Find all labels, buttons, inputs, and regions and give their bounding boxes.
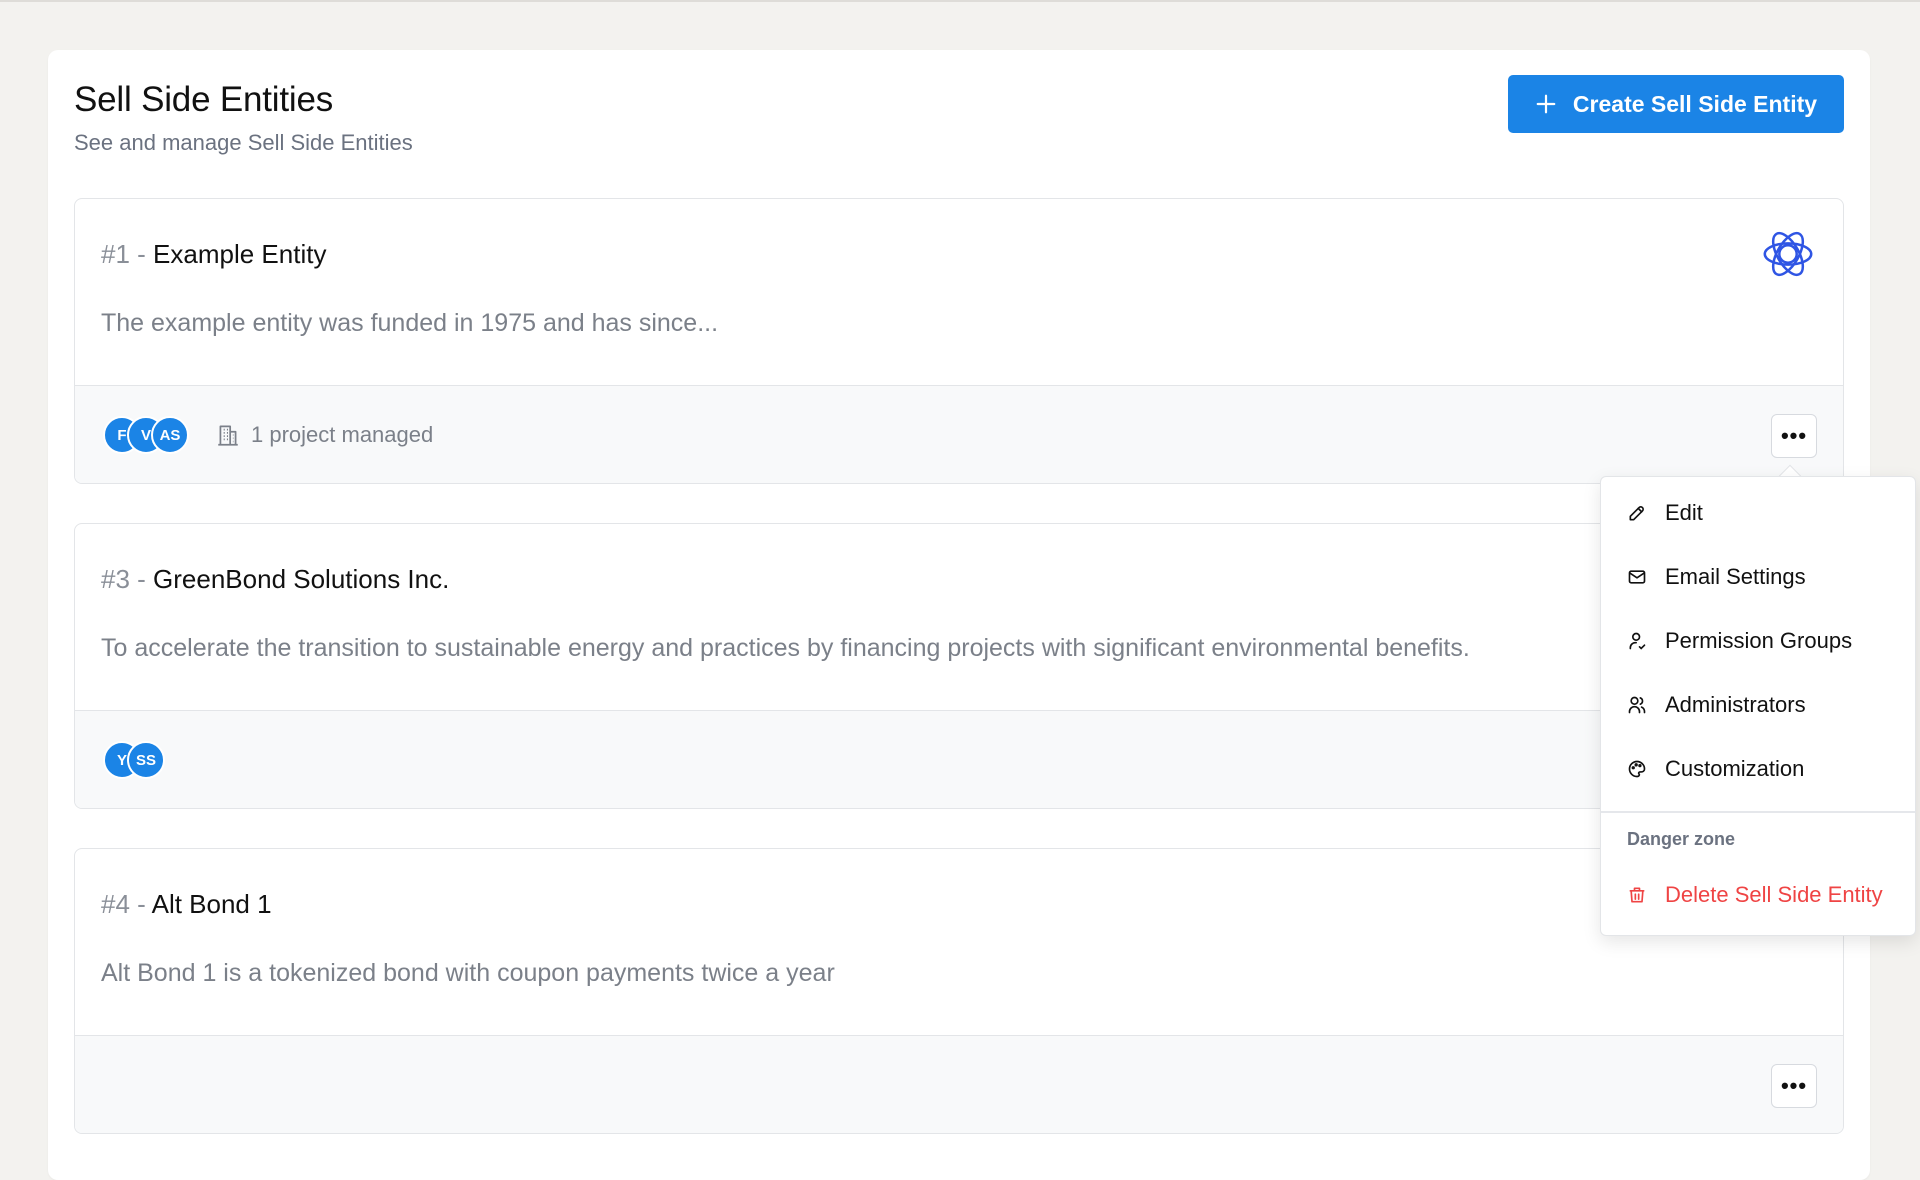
entity-card-footer: Y SS: [75, 710, 1843, 808]
entity-description: The example entity was funded in 1975 an…: [101, 309, 719, 337]
entity-title[interactable]: #4 - Alt Bond 1: [101, 889, 272, 920]
avatar-group: Y SS: [103, 741, 165, 779]
trash-icon: [1629, 887, 1645, 903]
projects-managed-label: 1 project managed: [251, 422, 434, 447]
actions-dropdown: Edit Email Settings Permission Groups Ad…: [1600, 476, 1916, 936]
menu-item-email-settings[interactable]: Email Settings: [1601, 551, 1915, 603]
palette-icon: [1628, 760, 1646, 778]
avatar-group: F V AS: [103, 416, 189, 454]
user-key-icon: [1629, 632, 1646, 650]
menu-item-label: Email Settings: [1665, 564, 1806, 589]
users-icon: [1628, 696, 1646, 714]
menu-divider: [1601, 811, 1915, 813]
avatar[interactable]: SS: [127, 741, 165, 779]
entity-number: #3 -: [101, 564, 146, 594]
entity-card-footer: F V AS 1 project managed •••: [75, 385, 1843, 483]
top-border: [0, 0, 1920, 2]
entity-name: Example Entity: [153, 239, 327, 269]
menu-item-label: Delete Sell Side Entity: [1665, 882, 1883, 907]
entity-card: #4 - Alt Bond 1 Alt Bond 1 is a tokenize…: [74, 848, 1844, 1134]
menu-item-label: Permission Groups: [1665, 628, 1853, 653]
entity-number: #1 -: [101, 239, 146, 269]
avatar[interactable]: AS: [151, 416, 189, 454]
menu-item-label: Customization: [1665, 756, 1805, 781]
menu-item-edit[interactable]: Edit: [1601, 487, 1915, 539]
entity-card: #3 - GreenBond Solutions Inc. To acceler…: [74, 523, 1844, 809]
entity-card: #1 - Example Entity The example entity w…: [74, 198, 1844, 484]
menu-item-delete-entity[interactable]: Delete Sell Side Entity: [1601, 869, 1915, 921]
entity-title[interactable]: #1 - Example Entity: [101, 239, 326, 270]
entity-number: #4 -: [101, 889, 146, 919]
create-entity-label: Create Sell Side Entity: [1572, 90, 1818, 117]
menu-item-administrators[interactable]: Administrators: [1601, 679, 1915, 731]
projects-managed: 1 project managed: [215, 422, 433, 448]
entity-description: To accelerate the transition to sustaina…: [101, 634, 1470, 662]
menu-item-customization[interactable]: Customization: [1601, 743, 1915, 795]
menu-item-label: Administrators: [1665, 692, 1806, 717]
page-subtitle: See and manage Sell Side Entities: [74, 130, 413, 155]
entity-name: GreenBond Solutions Inc.: [153, 564, 450, 594]
entity-logo-icon: [1763, 231, 1813, 277]
building-icon: [218, 425, 238, 446]
entity-name: Alt Bond 1: [151, 889, 272, 919]
page-title: Sell Side Entities: [74, 80, 334, 119]
danger-zone-heading: Danger zone: [1627, 829, 1736, 849]
menu-item-permission-groups[interactable]: Permission Groups: [1601, 615, 1915, 667]
more-actions-button[interactable]: •••: [1771, 1064, 1817, 1108]
entity-title[interactable]: #3 - GreenBond Solutions Inc.: [101, 564, 449, 595]
create-entity-button[interactable]: Create Sell Side Entity: [1508, 75, 1844, 133]
mail-icon: [1628, 570, 1646, 584]
more-actions-button[interactable]: •••: [1771, 414, 1817, 458]
menu-item-label: Edit: [1665, 500, 1703, 525]
edit-icon: [1629, 506, 1644, 521]
entity-description: Alt Bond 1 is a tokenized bond with coup…: [101, 959, 835, 987]
plus-icon: [1536, 94, 1556, 114]
entity-card-footer: •••: [75, 1035, 1843, 1133]
